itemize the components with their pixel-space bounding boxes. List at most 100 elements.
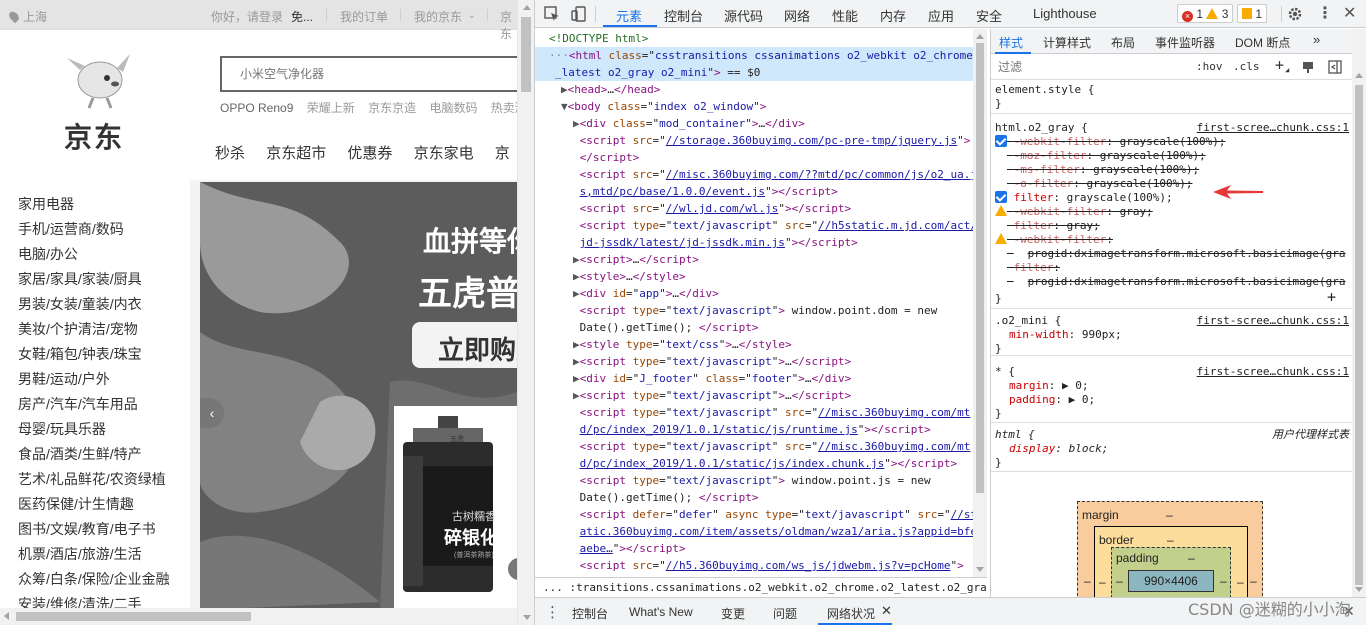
dom-node-line[interactable]: ▶<div class="mod_container">…</div> bbox=[535, 115, 973, 132]
tab-performance[interactable]: 性能 bbox=[832, 6, 858, 25]
box-model-content-size[interactable]: 990×4406 bbox=[1128, 570, 1214, 592]
scrollbar-thumb[interactable] bbox=[16, 612, 251, 621]
scroll-up-icon[interactable] bbox=[523, 5, 531, 10]
category-item[interactable]: 图书/文娱/教育/电子书 bbox=[0, 517, 190, 542]
dom-node-line[interactable]: ▶<script type="text/javascript">…</scrip… bbox=[535, 353, 973, 370]
dom-node-line[interactable]: s,mtd/pc/base/1.0.0/event.js"></script> bbox=[535, 183, 973, 200]
dom-node-line[interactable]: atic.360buyimg.com/item/assets/oldman/wz… bbox=[535, 523, 973, 540]
hotword-link[interactable]: 荣耀上新 bbox=[307, 101, 355, 115]
category-item[interactable]: 房产/汽车/汽车用品 bbox=[0, 392, 190, 417]
paint-bucket-icon[interactable] bbox=[1301, 60, 1315, 74]
declaration[interactable]: -o-filter: grayscale(100%); bbox=[995, 177, 1193, 191]
category-item[interactable]: 食品/酒类/生鲜/特产 bbox=[0, 442, 190, 467]
dom-node-line[interactable]: <script type="text/javascript"> window.p… bbox=[535, 472, 973, 489]
product-card[interactable]: 五虎 古树糯香 碎银化石 (普洱茶熟茶) bbox=[394, 406, 517, 610]
my-jd-link[interactable]: 我的京东 bbox=[414, 8, 462, 25]
user-agent-rule[interactable]: html { 用户代理样式表 display: block; } bbox=[991, 426, 1353, 472]
scroll-down-icon[interactable] bbox=[976, 567, 984, 572]
nav-item[interactable]: 京 bbox=[495, 145, 510, 162]
dom-node-line[interactable]: <script src="//wl.jd.com/wl.js"></script… bbox=[535, 200, 973, 217]
checkbox-icon[interactable] bbox=[995, 191, 1007, 203]
dom-node-line[interactable]: <script type="text/javascript" src="//mi… bbox=[535, 438, 973, 455]
tab-computed[interactable]: 计算样式 bbox=[1043, 34, 1091, 51]
search-input[interactable] bbox=[222, 58, 517, 90]
o2-mini-rule[interactable]: .o2_mini { first-scree…chunk.css:1 min-w… bbox=[991, 312, 1353, 356]
hotword-link[interactable]: 热卖潮品 bbox=[491, 101, 517, 115]
dom-node-line[interactable]: jd-jssdk/latest/jd-jssdk.min.js"></scrip… bbox=[535, 234, 973, 251]
my-orders-link[interactable]: 我的订单 bbox=[340, 8, 388, 25]
styles-filter-input[interactable] bbox=[994, 57, 1184, 77]
hotword-link[interactable]: 京东京造 bbox=[368, 101, 416, 115]
jd-logo[interactable]: 京东 bbox=[50, 50, 150, 154]
category-item[interactable]: 家居/家具/家装/厨具 bbox=[0, 267, 190, 292]
category-item[interactable]: 美妆/个护清洁/宠物 bbox=[0, 317, 190, 342]
category-item[interactable]: 机票/酒店/旅游/生活 bbox=[0, 542, 190, 567]
new-rule-plus-icon[interactable]: + bbox=[1275, 56, 1284, 74]
universal-rule[interactable]: * { first-scree…chunk.css:1 margin: ▶ 0;… bbox=[991, 363, 1353, 423]
dom-node-line[interactable]: d/pc/index_2019/1.0.1/static/js/runtime.… bbox=[535, 421, 973, 438]
declaration[interactable]: -webkit-filter: grayscale(100%); bbox=[995, 135, 1226, 149]
scroll-left-icon[interactable] bbox=[4, 612, 9, 620]
dom-node-line[interactable]: <script src="//misc.360buyimg.com/??mtd/… bbox=[535, 166, 973, 183]
category-item[interactable]: 家用电器 bbox=[0, 192, 190, 217]
scroll-down-icon[interactable] bbox=[1355, 587, 1363, 592]
rule-source-link[interactable]: first-scree…chunk.css:1 bbox=[1197, 121, 1349, 135]
tab-sources[interactable]: 源代码 bbox=[724, 6, 763, 25]
tab-event-listeners[interactable]: 事件监听器 bbox=[1155, 34, 1215, 51]
rule-source-link[interactable]: first-scree…chunk.css:1 bbox=[1197, 365, 1349, 379]
checkbox-icon[interactable] bbox=[995, 135, 1007, 147]
hov-toggle[interactable]: :hov bbox=[1196, 60, 1223, 73]
inspect-element-icon[interactable] bbox=[544, 6, 560, 22]
elements-scrollbar[interactable] bbox=[973, 29, 987, 577]
scroll-up-icon[interactable] bbox=[976, 34, 984, 39]
register-link[interactable]: 免... bbox=[291, 8, 313, 25]
tab-network[interactable]: 网络 bbox=[784, 6, 810, 25]
nav-item[interactable]: 秒杀 bbox=[215, 145, 245, 162]
device-toolbar-icon[interactable] bbox=[571, 6, 587, 22]
tab-layout[interactable]: 布局 bbox=[1111, 34, 1135, 51]
close-icon[interactable]: ✕ bbox=[881, 603, 892, 619]
tab-dom-breakpoints[interactable]: DOM 断点 bbox=[1235, 34, 1290, 51]
hotword-link[interactable]: 电脑数码 bbox=[429, 101, 477, 115]
dom-node-line[interactable]: <script src="//storage.360buyimg.com/pc-… bbox=[535, 132, 973, 149]
box-model-padding[interactable]: padding – – – 990×4406 bbox=[1111, 547, 1231, 597]
more-options-icon[interactable]: ⋮ bbox=[1317, 3, 1333, 23]
login-link[interactable]: 你好，请登录 bbox=[211, 8, 283, 25]
declaration[interactable]: progid:dximagetransform.microsoft.basici… bbox=[995, 275, 1346, 289]
tab-styles[interactable]: 样式 bbox=[999, 34, 1023, 51]
dom-node-line[interactable]: ▶<head>…</head> bbox=[535, 81, 973, 98]
rule-source-link[interactable]: first-scree…chunk.css:1 bbox=[1197, 314, 1349, 328]
dom-node-line[interactable]: Date().getTime(); </script> bbox=[535, 489, 973, 506]
drawer-tab-network-conditions[interactable]: 网络状况 bbox=[827, 605, 875, 622]
tab-elements[interactable]: 元素 bbox=[616, 6, 642, 25]
add-declaration-plus-icon[interactable]: + bbox=[1327, 290, 1336, 305]
nav-item[interactable]: 优惠券 bbox=[347, 145, 392, 162]
toggle-sidebar-icon[interactable] bbox=[1328, 60, 1342, 74]
drawer-tab-changes[interactable]: 变更 bbox=[721, 605, 745, 622]
page-vertical-scrollbar[interactable] bbox=[517, 0, 534, 625]
info-counter[interactable]: 1 bbox=[1237, 4, 1268, 23]
dom-node-line[interactable]: aebe…"></script> bbox=[535, 540, 973, 557]
dom-node-line[interactable]: <script src="//h5.360buyimg.com/ws_js/jd… bbox=[535, 557, 973, 574]
element-style-rule[interactable]: element.style { } bbox=[991, 81, 1353, 114]
dom-node-line[interactable]: d/pc/index_2019/1.0.1/static/js/index.ch… bbox=[535, 455, 973, 472]
close-icon[interactable]: ✕ bbox=[1343, 3, 1356, 23]
box-model-border[interactable]: border – – – padding – – – 990×4406 bbox=[1094, 526, 1248, 597]
page-horizontal-scrollbar[interactable] bbox=[0, 608, 517, 625]
dom-node-line[interactable]: <script defer="defer" async type="text/j… bbox=[535, 506, 973, 523]
declaration[interactable]: -webkit-filter: bbox=[995, 233, 1113, 247]
box-model-diagram[interactable]: margin – – – border – – – padding – – – … bbox=[1077, 501, 1263, 597]
drawer-tab-whats-new[interactable]: What's New bbox=[629, 605, 693, 619]
dom-node-line[interactable]: ▶<div id="app">…</div> bbox=[535, 285, 973, 302]
issues-counter[interactable]: × 1 3 bbox=[1177, 4, 1234, 23]
drawer-tab-issues[interactable]: 问题 bbox=[773, 605, 797, 622]
category-item[interactable]: 男鞋/运动/户外 bbox=[0, 367, 190, 392]
gear-icon[interactable] bbox=[1287, 6, 1303, 22]
scrollbar-thumb[interactable] bbox=[1355, 85, 1363, 585]
category-item[interactable]: 医药保健/计生情趣 bbox=[0, 492, 190, 517]
tab-application[interactable]: 应用 bbox=[928, 6, 954, 25]
dom-node-line[interactable]: ▶<style>…</style> bbox=[535, 268, 973, 285]
declaration[interactable]: progid:dximagetransform.microsoft.basici… bbox=[995, 247, 1346, 261]
scrollbar-thumb[interactable] bbox=[976, 43, 984, 493]
more-tabs-icon[interactable]: » bbox=[1313, 32, 1320, 47]
